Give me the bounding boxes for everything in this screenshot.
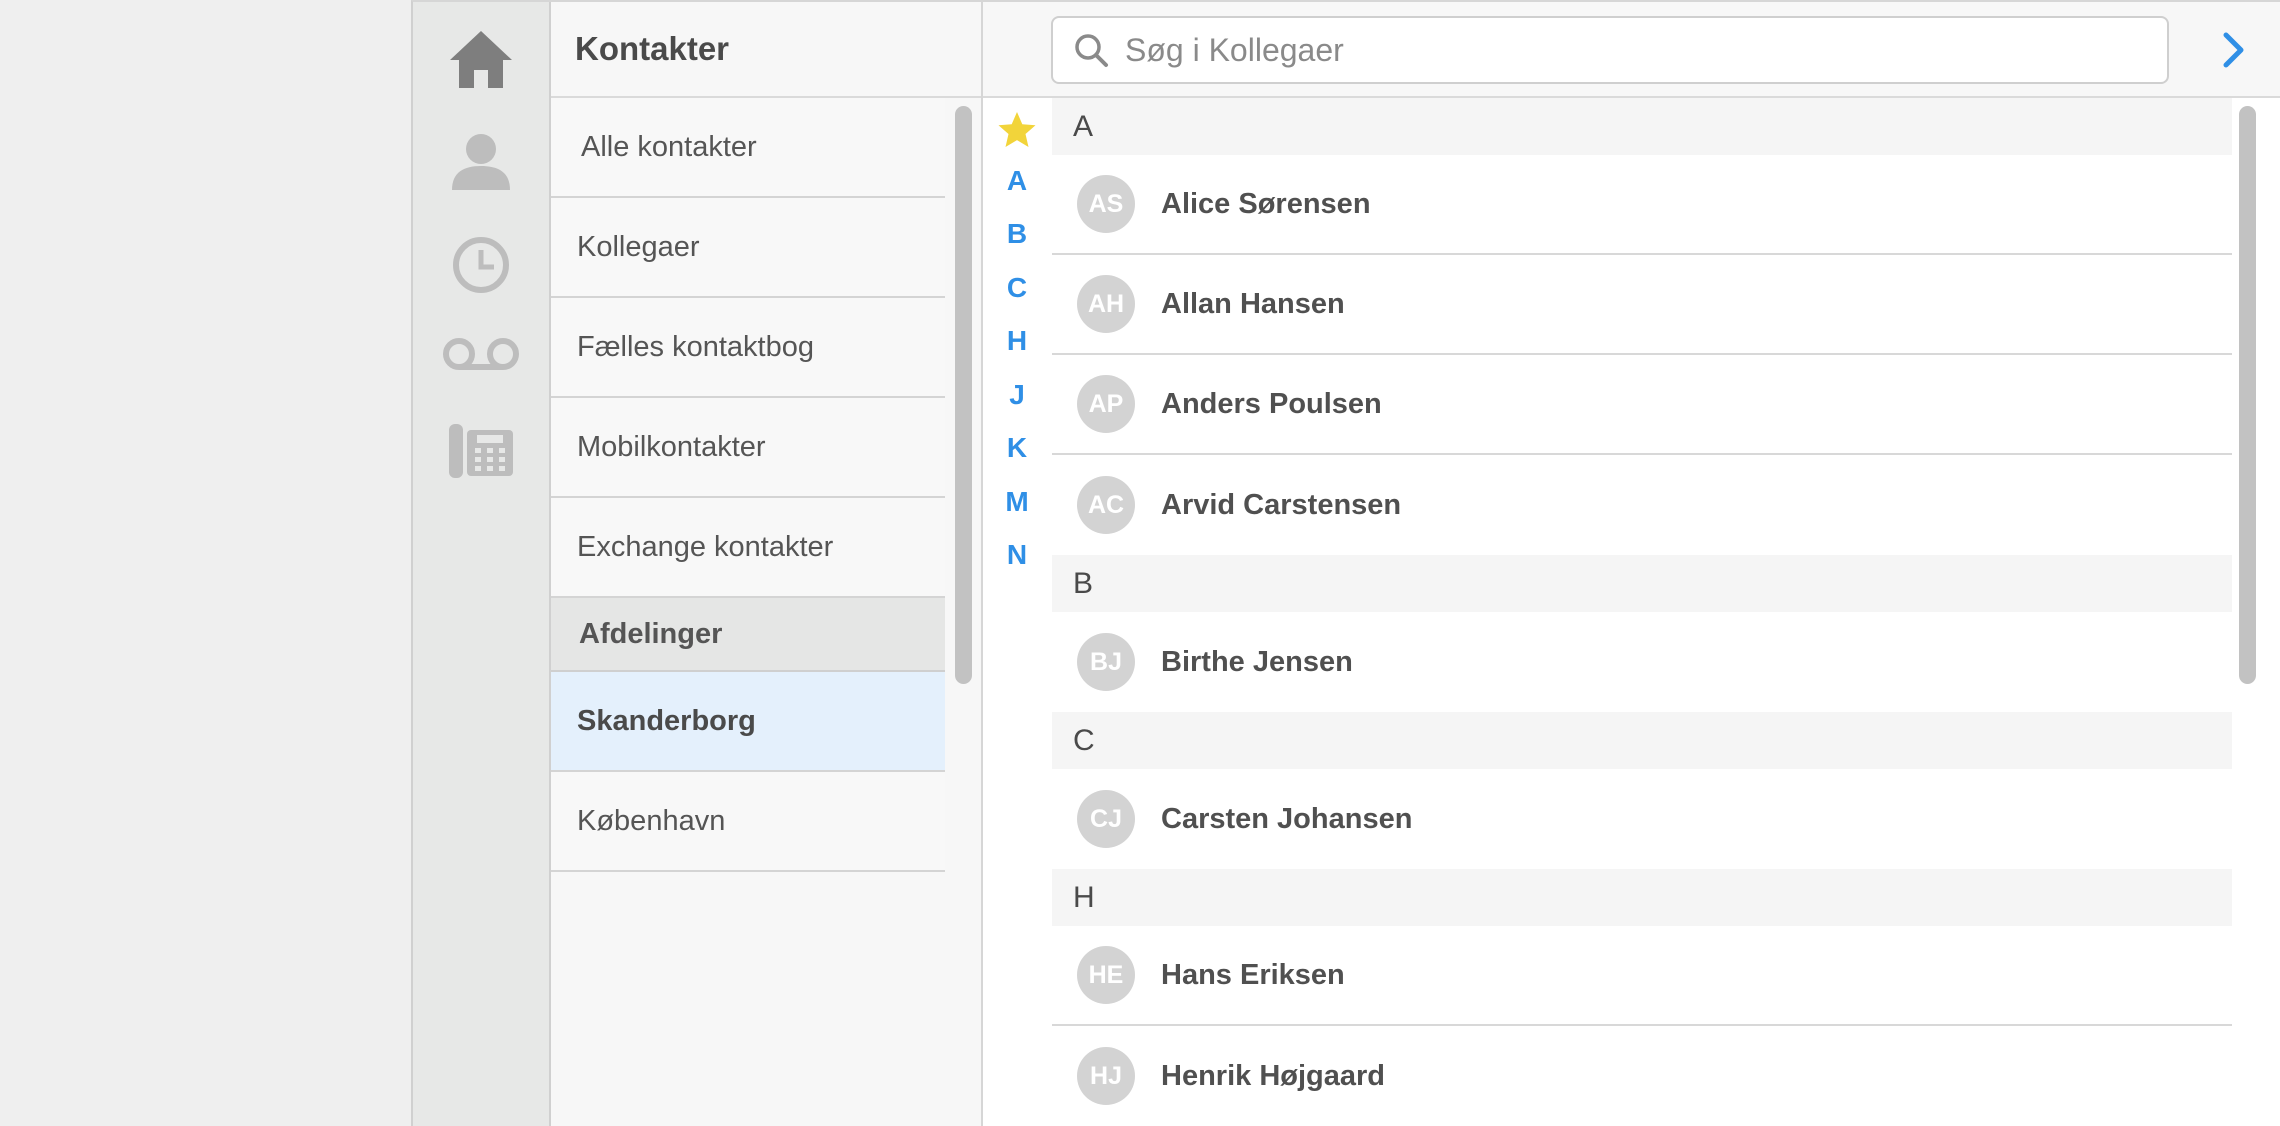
nav-contacts[interactable]: [413, 116, 549, 206]
avatar: AP: [1077, 375, 1135, 433]
contact-list-scrollbar[interactable]: [2239, 106, 2256, 684]
contact-row[interactable]: AC Arvid Carstensen: [1052, 455, 2232, 555]
index-letter[interactable]: K: [983, 422, 1051, 476]
index-letter[interactable]: B: [983, 208, 1051, 262]
contacts-app: Kontakter Alle kontakter Kollegaer Fælle…: [411, 0, 2280, 1126]
avatar: AS: [1077, 175, 1135, 233]
favorites-index[interactable]: [997, 106, 1037, 154]
contact-name: Hans Eriksen: [1161, 958, 1345, 991]
contact-name: Alice Sørensen: [1161, 187, 1371, 220]
index-letter[interactable]: A: [983, 154, 1051, 208]
nav-phone[interactable]: [413, 406, 549, 496]
home-icon: [450, 31, 512, 88]
star-icon: [998, 112, 1036, 147]
group-header-b: B: [1052, 555, 2232, 612]
category-panel: Kontakter Alle kontakter Kollegaer Fælle…: [551, 2, 983, 1126]
category-list: Alle kontakter Kollegaer Fælles kontaktb…: [551, 98, 945, 872]
search-icon: [1075, 34, 1108, 67]
clock-icon: [453, 237, 509, 293]
avatar: AH: [1077, 275, 1135, 333]
index-letter[interactable]: J: [983, 368, 1051, 422]
contact-name: Carsten Johansen: [1161, 802, 1413, 835]
nav-rail: [413, 2, 551, 1126]
departments-section-header: Afdelinger: [551, 598, 945, 672]
avatar: CJ: [1077, 790, 1135, 848]
desk-phone-icon: [449, 424, 513, 478]
index-letter[interactable]: C: [983, 261, 1051, 315]
contact-row[interactable]: BJ Birthe Jensen: [1052, 612, 2232, 712]
category-scrollbar[interactable]: [955, 106, 972, 684]
group-header-c: C: [1052, 712, 2232, 769]
nav-recent[interactable]: [413, 220, 549, 310]
panel-title: Kontakter: [551, 2, 981, 98]
group-header-h: H: [1052, 869, 2232, 926]
contact-name: Allan Hansen: [1161, 287, 1345, 320]
avatar: BJ: [1077, 633, 1135, 691]
department-skanderborg[interactable]: Skanderborg: [551, 672, 945, 772]
nav-home[interactable]: [413, 14, 549, 104]
category-all-contacts[interactable]: Alle kontakter: [551, 98, 945, 198]
search-box[interactable]: [1051, 16, 2169, 84]
department-kobenhavn[interactable]: København: [551, 772, 945, 872]
contact-row[interactable]: AH Allan Hansen: [1052, 255, 2232, 355]
avatar: AC: [1077, 476, 1135, 534]
category-colleagues[interactable]: Kollegaer: [551, 198, 945, 298]
contact-name: Birthe Jensen: [1161, 645, 1353, 678]
contact-row[interactable]: AP Anders Poulsen: [1052, 355, 2232, 455]
avatar: HE: [1077, 946, 1135, 1004]
contact-row[interactable]: CJ Carsten Johansen: [1052, 769, 2232, 869]
index-letter[interactable]: M: [983, 475, 1051, 529]
category-exchange-contacts[interactable]: Exchange kontakter: [551, 498, 945, 598]
category-mobile-contacts[interactable]: Mobilkontakter: [551, 398, 945, 498]
nav-voicemail[interactable]: [413, 312, 549, 402]
search-input[interactable]: [1123, 30, 2127, 70]
contact-name: Arvid Carstensen: [1161, 488, 1402, 521]
index-letter[interactable]: N: [983, 529, 1051, 583]
contact-row[interactable]: HE Hans Eriksen: [1052, 926, 2232, 1026]
contacts-main: A B C H J K M N A AS Alice Sørensen AH A…: [983, 2, 2280, 1126]
contact-name: Anders Poulsen: [1161, 387, 1382, 420]
group-header-a: A: [1052, 98, 2232, 155]
alphabet-index: A B C H J K M N: [983, 98, 1051, 1126]
chevron-right-icon: [2223, 32, 2244, 68]
index-letter[interactable]: H: [983, 315, 1051, 369]
forward-button[interactable]: [2209, 24, 2259, 76]
contact-list: A AS Alice Sørensen AH Allan Hansen AP A…: [1052, 98, 2232, 1126]
contact-row[interactable]: AS Alice Sørensen: [1052, 155, 2232, 255]
avatar: HJ: [1077, 1047, 1135, 1105]
category-shared-phonebook[interactable]: Fælles kontaktbog: [551, 298, 945, 398]
contact-row[interactable]: HJ Henrik Højgaard: [1052, 1026, 2232, 1126]
search-bar: [983, 2, 2280, 98]
person-icon: [452, 134, 510, 190]
voicemail-icon: [443, 338, 519, 370]
contact-name: Henrik Højgaard: [1161, 1059, 1385, 1092]
